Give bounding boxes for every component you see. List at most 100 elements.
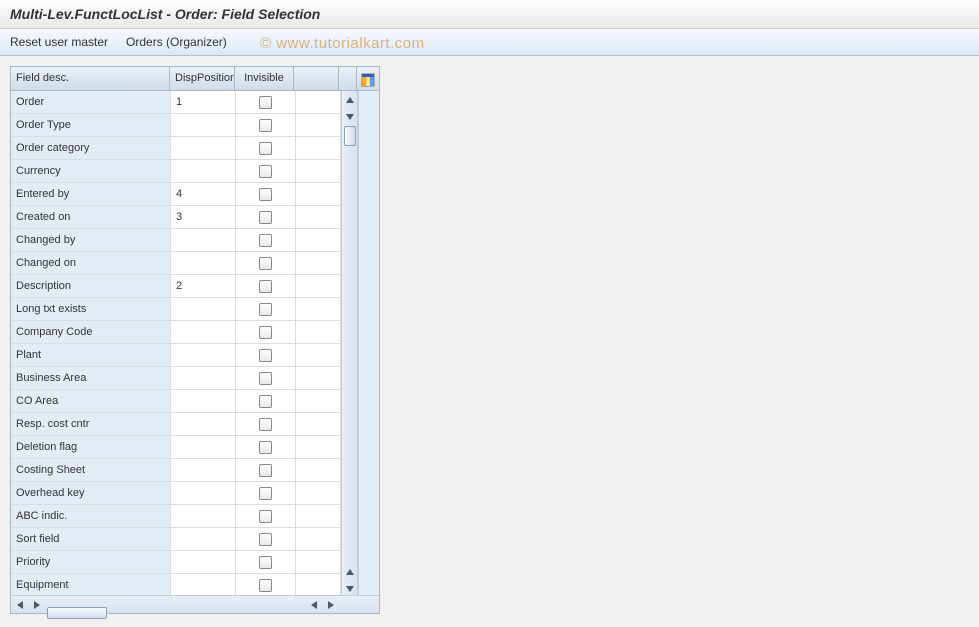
table-row[interactable]: Order category — [11, 137, 341, 160]
invisible-checkbox[interactable] — [259, 165, 272, 178]
invisible-checkbox[interactable] — [259, 119, 272, 132]
invisible-checkbox[interactable] — [259, 211, 272, 224]
disp-position-cell[interactable] — [171, 344, 236, 367]
table-row[interactable]: Changed by — [11, 229, 341, 252]
horizontal-scrollbar[interactable] — [11, 595, 379, 613]
invisible-checkbox[interactable] — [259, 533, 272, 546]
disp-position-cell[interactable]: 4 — [171, 183, 236, 206]
scroll-up-step-button[interactable] — [342, 563, 357, 580]
invisible-checkbox[interactable] — [259, 303, 272, 316]
field-desc-cell[interactable]: Resp. cost cntr — [11, 413, 171, 436]
invisible-checkbox[interactable] — [259, 280, 272, 293]
invisible-checkbox[interactable] — [259, 579, 272, 592]
table-row[interactable]: Entered by4 — [11, 183, 341, 206]
field-desc-cell[interactable]: Costing Sheet — [11, 459, 171, 482]
disp-position-cell[interactable] — [171, 528, 236, 551]
invisible-checkbox[interactable] — [259, 96, 272, 109]
table-row[interactable]: Business Area — [11, 367, 341, 390]
field-desc-cell[interactable]: Changed on — [11, 252, 171, 275]
invisible-checkbox[interactable] — [259, 418, 272, 431]
disp-position-cell[interactable] — [171, 574, 236, 595]
invisible-checkbox[interactable] — [259, 395, 272, 408]
disp-position-cell[interactable] — [171, 114, 236, 137]
invisible-checkbox[interactable] — [259, 142, 272, 155]
table-row[interactable]: Currency — [11, 160, 341, 183]
table-row[interactable]: Equipment — [11, 574, 341, 595]
table-row[interactable]: Plant — [11, 344, 341, 367]
invisible-checkbox[interactable] — [259, 372, 272, 385]
table-row[interactable]: CO Area — [11, 390, 341, 413]
field-desc-cell[interactable]: ABC indic. — [11, 505, 171, 528]
invisible-checkbox[interactable] — [259, 441, 272, 454]
disp-position-cell[interactable] — [171, 252, 236, 275]
disp-position-cell[interactable] — [171, 551, 236, 574]
table-row[interactable]: Created on3 — [11, 206, 341, 229]
table-row[interactable]: Priority — [11, 551, 341, 574]
table-settings-button[interactable] — [357, 67, 379, 90]
column-header-disp-position[interactable]: DispPosition — [170, 67, 235, 90]
disp-position-cell[interactable] — [171, 298, 236, 321]
scroll-left-step-button[interactable] — [305, 596, 322, 613]
disp-position-cell[interactable] — [171, 321, 236, 344]
vertical-scroll-thumb[interactable] — [344, 126, 356, 146]
table-row[interactable]: Long txt exists — [11, 298, 341, 321]
scroll-down-button[interactable] — [342, 580, 357, 595]
field-desc-cell[interactable]: CO Area — [11, 390, 171, 413]
table-row[interactable]: Changed on — [11, 252, 341, 275]
field-desc-cell[interactable]: Equipment — [11, 574, 171, 595]
invisible-checkbox[interactable] — [259, 487, 272, 500]
field-desc-cell[interactable]: Deletion flag — [11, 436, 171, 459]
invisible-checkbox[interactable] — [259, 349, 272, 362]
disp-position-cell[interactable] — [171, 229, 236, 252]
disp-position-cell[interactable] — [171, 505, 236, 528]
invisible-checkbox[interactable] — [259, 234, 272, 247]
field-desc-cell[interactable]: Order Type — [11, 114, 171, 137]
field-desc-cell[interactable]: Order category — [11, 137, 171, 160]
invisible-checkbox[interactable] — [259, 257, 272, 270]
field-desc-cell[interactable]: Created on — [11, 206, 171, 229]
disp-position-cell[interactable] — [171, 436, 236, 459]
scroll-left-button[interactable] — [11, 596, 28, 613]
disp-position-cell[interactable] — [171, 367, 236, 390]
scroll-down-step-button[interactable] — [342, 108, 357, 125]
disp-position-cell[interactable]: 1 — [171, 91, 236, 114]
field-desc-cell[interactable]: Business Area — [11, 367, 171, 390]
field-desc-cell[interactable]: Long txt exists — [11, 298, 171, 321]
field-desc-cell[interactable]: Company Code — [11, 321, 171, 344]
horizontal-scroll-thumb[interactable] — [47, 607, 107, 619]
disp-position-cell[interactable] — [171, 459, 236, 482]
field-desc-cell[interactable]: Plant — [11, 344, 171, 367]
table-row[interactable]: Sort field — [11, 528, 341, 551]
orders-organizer-button[interactable]: Orders (Organizer) — [126, 35, 227, 49]
table-row[interactable]: Deletion flag — [11, 436, 341, 459]
disp-position-cell[interactable] — [171, 482, 236, 505]
field-desc-cell[interactable]: Overhead key — [11, 482, 171, 505]
field-desc-cell[interactable]: Currency — [11, 160, 171, 183]
table-row[interactable]: Overhead key — [11, 482, 341, 505]
vertical-scrollbar[interactable] — [341, 91, 358, 595]
invisible-checkbox[interactable] — [259, 188, 272, 201]
disp-position-cell[interactable] — [171, 390, 236, 413]
field-desc-cell[interactable]: Sort field — [11, 528, 171, 551]
field-desc-cell[interactable]: Entered by — [11, 183, 171, 206]
scroll-right-step-button[interactable] — [28, 596, 45, 613]
disp-position-cell[interactable] — [171, 137, 236, 160]
scroll-right-button[interactable] — [322, 596, 339, 613]
table-row[interactable]: Description2 — [11, 275, 341, 298]
field-desc-cell[interactable]: Description — [11, 275, 171, 298]
table-row[interactable]: Order1 — [11, 91, 341, 114]
scroll-up-button[interactable] — [342, 91, 357, 108]
column-header-field-desc[interactable]: Field desc. — [11, 67, 170, 90]
reset-user-master-button[interactable]: Reset user master — [10, 35, 108, 49]
field-desc-cell[interactable]: Order — [11, 91, 171, 114]
table-row[interactable]: Costing Sheet — [11, 459, 341, 482]
disp-position-cell[interactable] — [171, 413, 236, 436]
disp-position-cell[interactable]: 3 — [171, 206, 236, 229]
column-header-invisible[interactable]: Invisible — [235, 67, 295, 90]
disp-position-cell[interactable]: 2 — [171, 275, 236, 298]
disp-position-cell[interactable] — [171, 160, 236, 183]
invisible-checkbox[interactable] — [259, 326, 272, 339]
field-desc-cell[interactable]: Changed by — [11, 229, 171, 252]
table-row[interactable]: ABC indic. — [11, 505, 341, 528]
table-row[interactable]: Resp. cost cntr — [11, 413, 341, 436]
